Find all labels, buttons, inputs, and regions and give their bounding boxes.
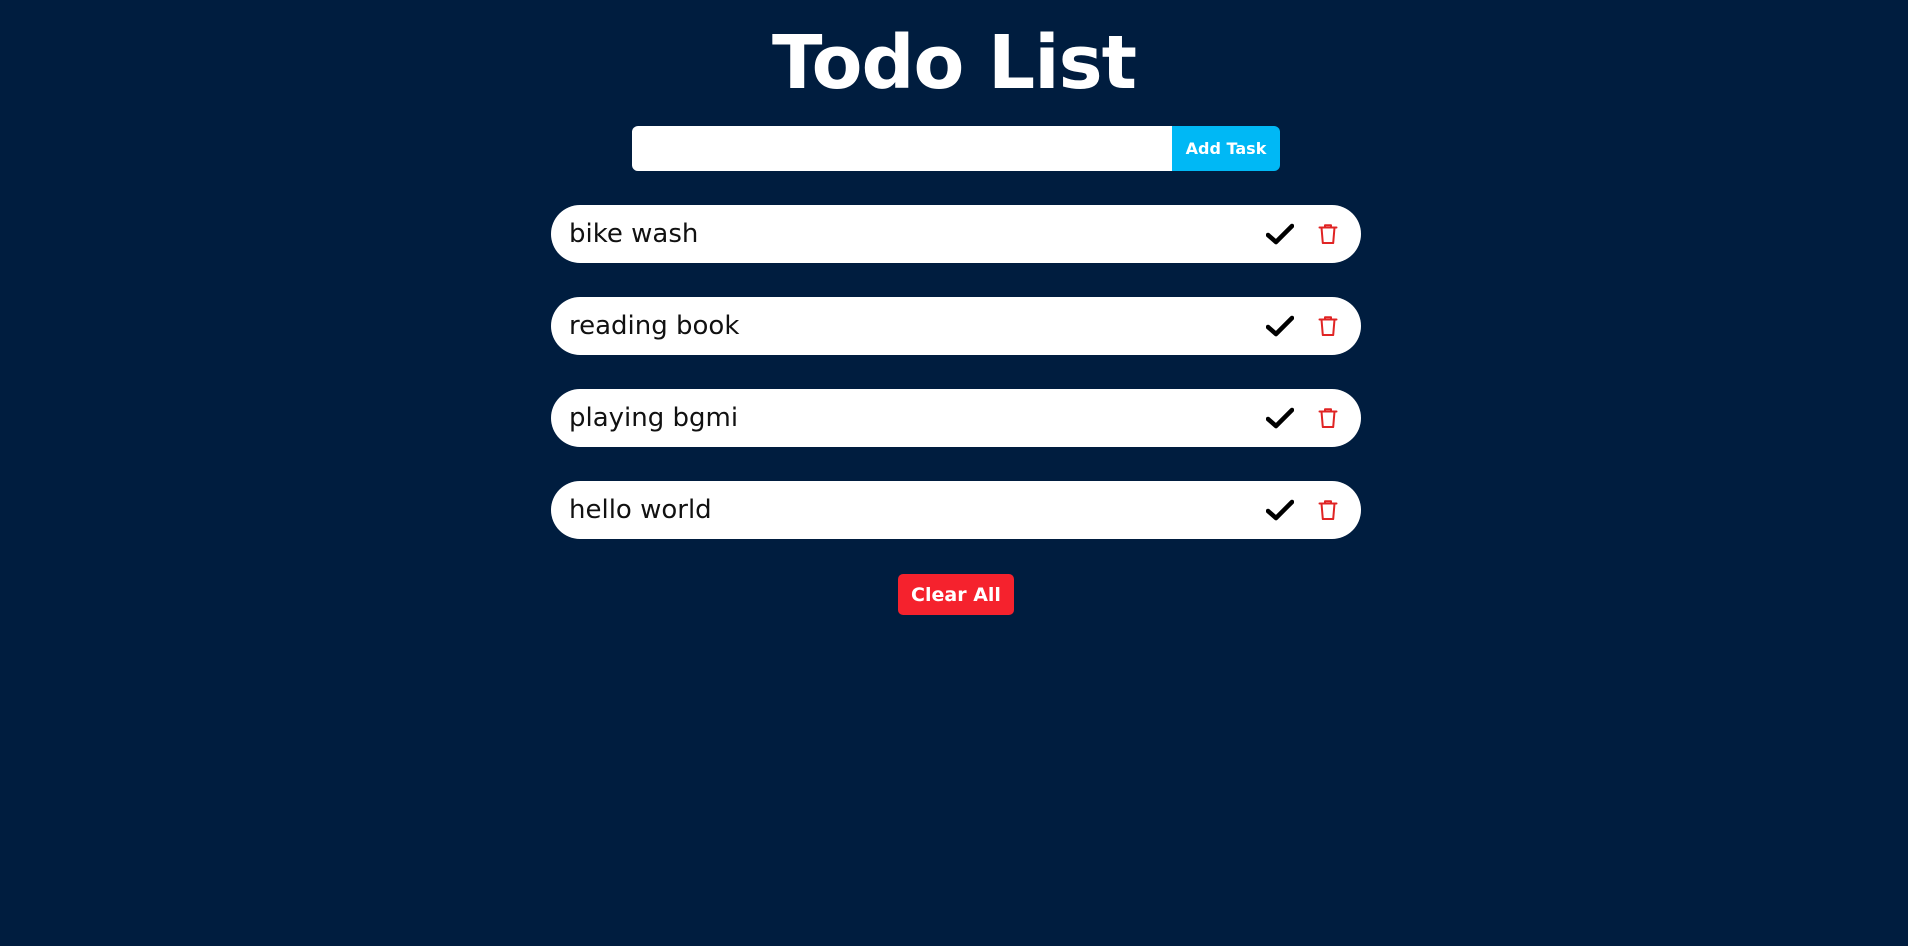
list-item: reading book xyxy=(551,297,1361,355)
check-icon[interactable] xyxy=(1265,403,1295,433)
check-icon[interactable] xyxy=(1265,219,1295,249)
check-icon[interactable] xyxy=(1265,495,1295,525)
add-task-button[interactable]: Add Task xyxy=(1172,126,1280,171)
task-label: hello world xyxy=(569,495,712,525)
page-title: Todo List xyxy=(772,20,1137,106)
add-task-form: Add Task xyxy=(632,126,1280,171)
trash-icon[interactable] xyxy=(1315,404,1341,432)
task-input[interactable] xyxy=(632,126,1172,171)
check-icon[interactable] xyxy=(1265,311,1295,341)
task-label: reading book xyxy=(569,311,740,341)
trash-icon[interactable] xyxy=(1315,312,1341,340)
trash-icon[interactable] xyxy=(1315,220,1341,248)
trash-icon[interactable] xyxy=(1315,496,1341,524)
list-item: hello world xyxy=(551,481,1361,539)
list-item: bike wash xyxy=(551,205,1361,263)
task-list: bike wash reading book playing bgmi hell… xyxy=(551,205,1361,573)
task-label: bike wash xyxy=(569,219,699,249)
task-label: playing bgmi xyxy=(569,403,739,433)
clear-all-button[interactable]: Clear All xyxy=(898,574,1014,615)
list-item: playing bgmi xyxy=(551,389,1361,447)
